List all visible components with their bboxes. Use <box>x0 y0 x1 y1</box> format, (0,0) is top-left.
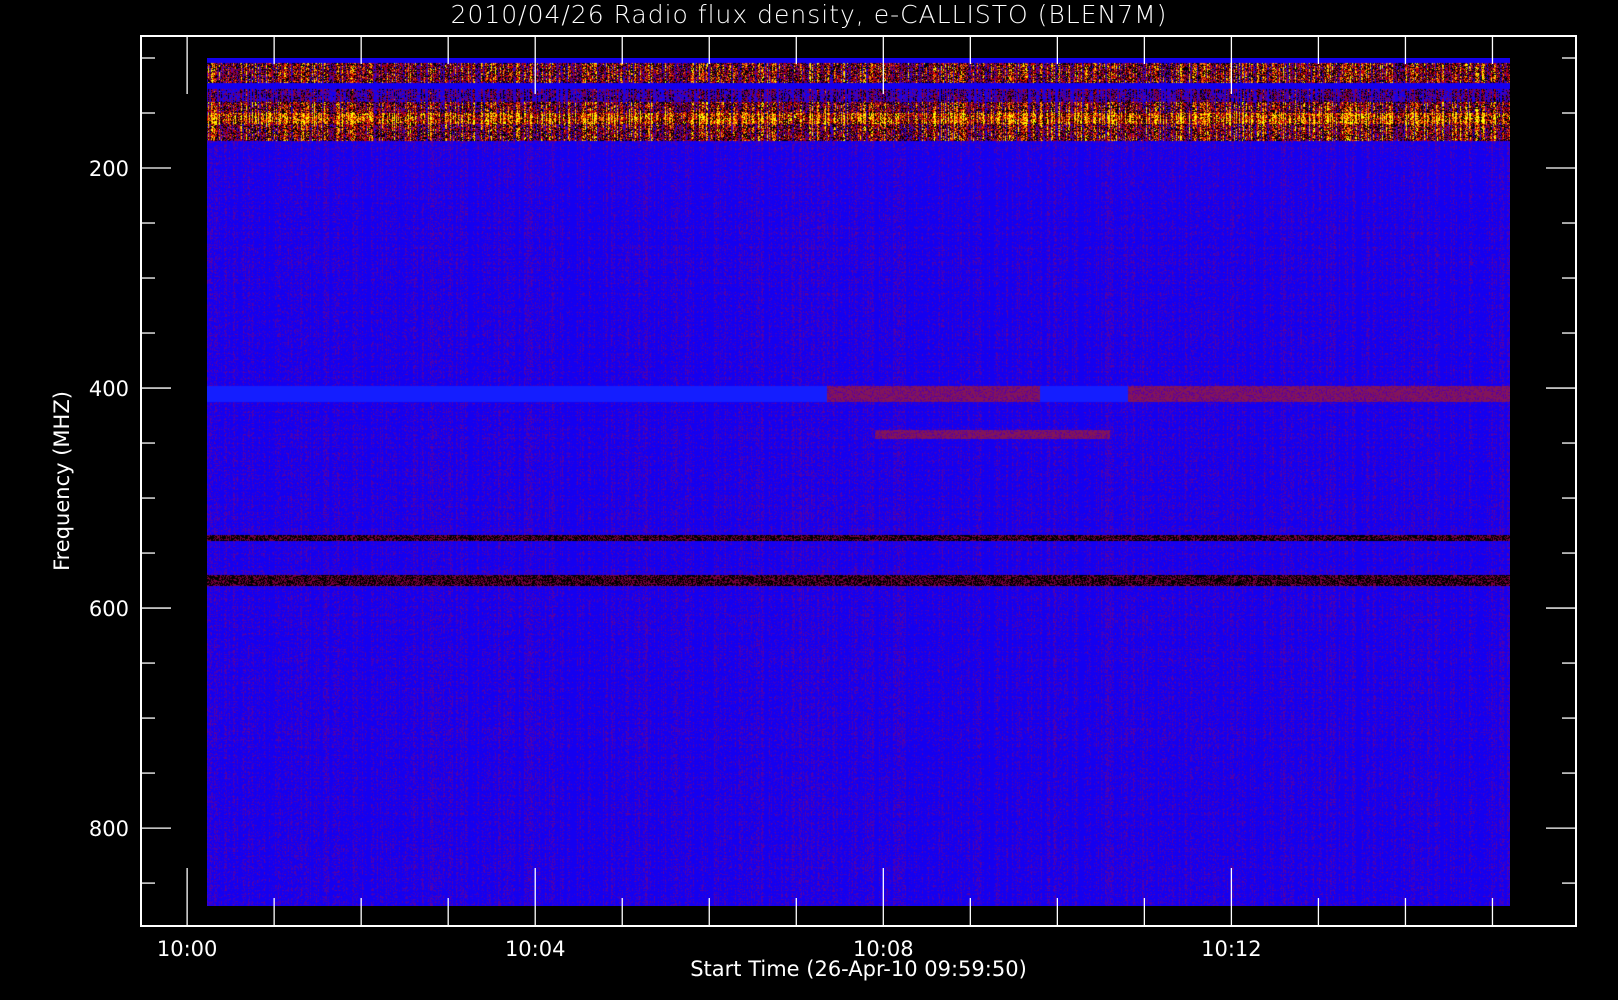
y-tick-label: 800 <box>89 817 129 841</box>
y-tick-label: 400 <box>89 377 129 401</box>
axes: 10:00 10:04 10:08 10:12200400600800 <box>89 35 1577 961</box>
y-tick-label: 600 <box>89 597 129 621</box>
x-axis-label: Start Time (26-Apr-10 09:59:50) <box>690 957 1027 981</box>
y-tick-label: 200 <box>89 157 129 181</box>
y-axis-label: Frequency (MHZ) <box>50 391 74 571</box>
plot-frame <box>140 35 1577 927</box>
